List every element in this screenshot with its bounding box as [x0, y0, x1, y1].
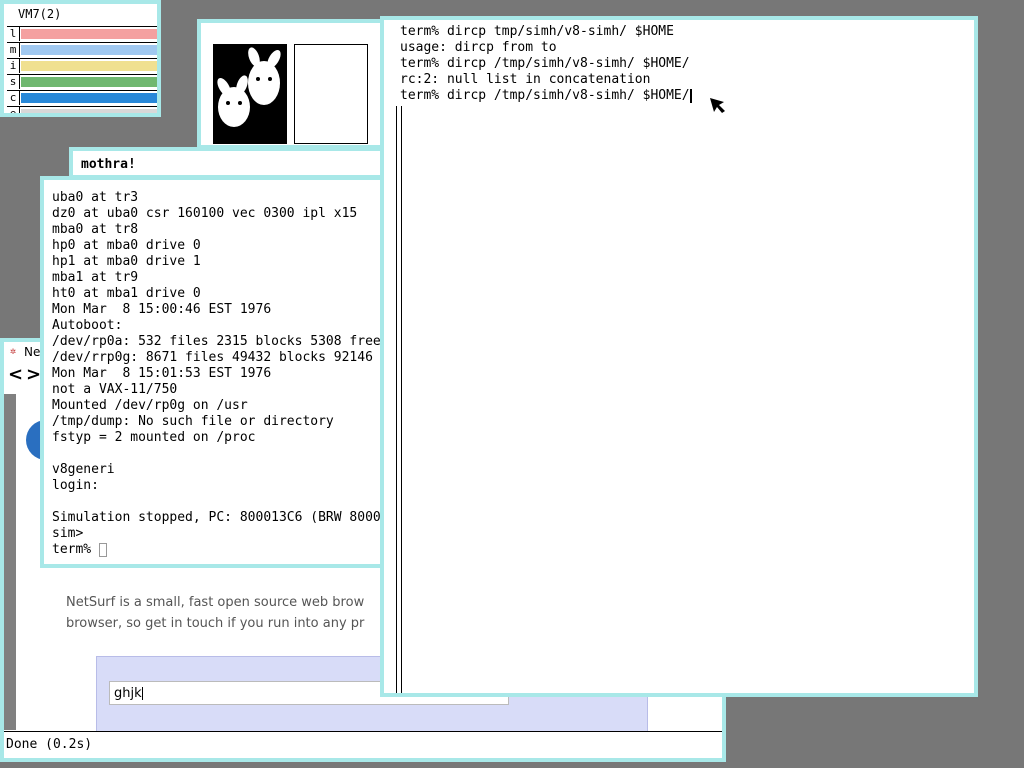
- console-line: Mon Mar 8 15:00:46 EST 1976: [52, 302, 272, 317]
- vmstat-row-bar: [21, 109, 157, 113]
- mouse-arrow-icon: [710, 98, 725, 113]
- netsurf-tab-title[interactable]: Ne: [24, 345, 40, 359]
- terminal-line: term% dircp /tmp/simh/v8-simh/ $HOME/: [400, 56, 690, 71]
- blank-image: [294, 44, 368, 144]
- console-line: /dev/rp0a: 532 files 2315 blocks 5308 fr…: [52, 334, 381, 349]
- console-line: hp1 at mba0 drive 1: [52, 254, 201, 269]
- vmstat-row: c: [7, 90, 157, 106]
- vmstat-row-bar: [21, 45, 157, 55]
- terminal-window[interactable]: term% dircp tmp/simh/v8-simh/ $HOME usage…: [380, 16, 978, 697]
- bunny-image: [213, 44, 287, 144]
- console-line: sim>: [52, 526, 84, 541]
- mothra-title: mothra!: [81, 157, 136, 172]
- vmstat-row: e: [7, 106, 157, 113]
- vmstat-row-label: i: [7, 59, 20, 73]
- console-line: Autoboot:: [52, 318, 123, 333]
- vmstat-row: s: [7, 74, 157, 90]
- console-line: login:: [52, 478, 99, 493]
- terminal-output: term% dircp tmp/simh/v8-simh/ $HOME usage…: [400, 24, 692, 104]
- console-line: Mon Mar 8 15:01:53 EST 1976: [52, 366, 272, 381]
- netsurf-description: NetSurf is a small, fast open source web…: [66, 592, 364, 634]
- console-line: mba1 at tr9: [52, 270, 139, 285]
- vmstat-row-label: m: [7, 43, 20, 57]
- vmstat-rows: lmisce: [7, 26, 157, 113]
- console-line: hp0 at mba0 drive 0: [52, 238, 201, 253]
- netsurf-scrollbar[interactable]: [4, 394, 16, 730]
- vmstat-window[interactable]: VM7(2) lmisce: [0, 0, 161, 117]
- terminal-line: term% dircp tmp/simh/v8-simh/ $HOME: [400, 24, 674, 39]
- vmstat-title: VM7(2): [18, 7, 62, 21]
- netsurf-favicon-icon: ✲: [10, 346, 17, 357]
- back-button[interactable]: <: [8, 364, 23, 385]
- forward-button[interactable]: >: [26, 364, 41, 385]
- console-line: v8generi: [52, 462, 115, 477]
- console-prompt-line[interactable]: term%: [52, 542, 381, 558]
- console-line: fstyp = 2 mounted on /proc: [52, 430, 256, 445]
- bunny-picture: [214, 45, 286, 143]
- vmstat-row-bar: [21, 93, 157, 103]
- vmstat-row-bar: [21, 29, 157, 39]
- console-line: dz0 at uba0 csr 160100 vec 0300 ipl x15: [52, 206, 358, 221]
- terminal-line: usage: dircp from to: [400, 40, 557, 55]
- terminal-current-line[interactable]: term% dircp /tmp/simh/v8-simh/ $HOME/: [400, 88, 692, 104]
- vmstat-row-label: e: [7, 107, 20, 113]
- console-line: ht0 at mba1 drive 0: [52, 286, 201, 301]
- vmstat-row: i: [7, 58, 157, 74]
- terminal-scrollbar[interactable]: [396, 106, 402, 693]
- terminal-current-command: term% dircp /tmp/simh/v8-simh/ $HOME/: [400, 88, 690, 103]
- console-line: /dev/rrp0g: 8671 files 49432 blocks 9214…: [52, 350, 373, 365]
- console-prompt: term%: [52, 542, 99, 557]
- status-bar: Done (0.2s): [4, 731, 722, 758]
- vmstat-row-bar: [21, 77, 157, 87]
- console-line: Mounted /dev/rp0g on /usr: [52, 398, 248, 413]
- console-line: /tmp/dump: No such file or directory: [52, 414, 334, 429]
- desc-line-1: NetSurf is a small, fast open source web…: [66, 595, 365, 610]
- console-cursor: [98, 542, 107, 557]
- text-cursor: [141, 687, 143, 700]
- vmstat-row-label: c: [7, 91, 20, 105]
- console-window[interactable]: uba0 at tr3 dz0 at uba0 csr 160100 vec 03…: [40, 176, 388, 568]
- terminal-text-cursor: [689, 88, 692, 103]
- console-output: uba0 at tr3 dz0 at uba0 csr 160100 vec 03…: [52, 190, 381, 558]
- console-line: not a VAX-11/750: [52, 382, 178, 397]
- console-line: Simulation stopped, PC: 800013C6 (BRW 80…: [52, 510, 381, 525]
- vmstat-row-label: s: [7, 75, 20, 89]
- console-line: uba0 at tr3: [52, 190, 139, 205]
- terminal-line: rc:2: null list in concatenation: [400, 72, 651, 87]
- vmstat-row: m: [7, 42, 157, 58]
- vmstat-row-bar: [21, 61, 157, 71]
- vmstat-row: l: [7, 26, 157, 42]
- mothra-window[interactable]: mothra!: [69, 147, 389, 179]
- vmstat-row-label: l: [7, 27, 20, 41]
- search-input-value: ghjk: [114, 686, 142, 701]
- desc-line-2: browser, so get in touch if you run into…: [66, 616, 365, 631]
- faces-window[interactable]: [197, 19, 387, 149]
- console-line: mba0 at tr8: [52, 222, 139, 237]
